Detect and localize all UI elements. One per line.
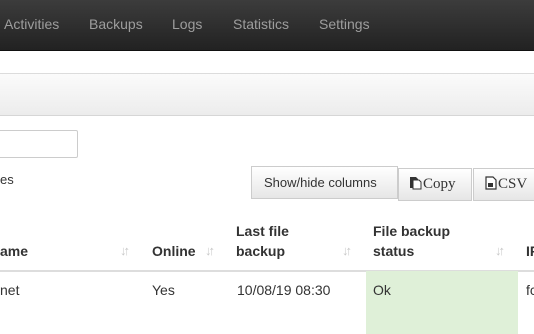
- copy-button[interactable]: Copy: [398, 168, 472, 201]
- show-hide-columns-button[interactable]: Show/hide columns: [251, 166, 398, 199]
- csv-button[interactable]: CSV: [473, 168, 534, 201]
- nav-item-backups[interactable]: Backups: [89, 16, 143, 33]
- sort-icon[interactable]: ↓↑: [495, 243, 505, 258]
- column-header-online[interactable]: Online: [152, 241, 196, 261]
- table-cell-file-backup-status: Ok: [373, 282, 391, 298]
- table-cell-ip: fc: [526, 282, 534, 298]
- nav-item-logs[interactable]: Logs: [172, 16, 202, 33]
- table-cell-online: Yes: [152, 282, 175, 298]
- top-navbar: Activities Backups Logs Statistics Setti…: [0, 0, 534, 51]
- nav-item-settings[interactable]: Settings: [319, 16, 370, 33]
- column-header-ip[interactable]: IP: [526, 241, 534, 261]
- csv-label: CSV: [498, 176, 528, 192]
- column-header-name[interactable]: ame: [0, 241, 28, 261]
- status-ok-cell: [366, 271, 518, 334]
- sort-icon[interactable]: ↓↑: [342, 243, 352, 258]
- nav-item-activities[interactable]: Activities: [4, 16, 59, 33]
- column-header-file-backup-status[interactable]: File backup status: [373, 221, 473, 261]
- copy-label: Copy: [423, 176, 456, 192]
- table-cell-name: net: [0, 282, 20, 298]
- sort-icon[interactable]: ↓↑: [120, 243, 130, 258]
- csv-document-icon: [485, 176, 497, 195]
- copy-document-icon: [409, 176, 422, 195]
- sort-icon[interactable]: ↓↑: [205, 243, 215, 258]
- table-cell-last-file-backup: 10/08/19 08:30: [237, 282, 331, 298]
- entries-length-label: es: [0, 172, 14, 187]
- column-header-last-file-backup[interactable]: Last file backup: [236, 221, 336, 261]
- nav-item-statistics[interactable]: Statistics: [233, 16, 289, 33]
- panel-header: [0, 73, 534, 116]
- show-hide-columns-label: Show/hide columns: [264, 175, 377, 190]
- search-input[interactable]: [0, 130, 78, 158]
